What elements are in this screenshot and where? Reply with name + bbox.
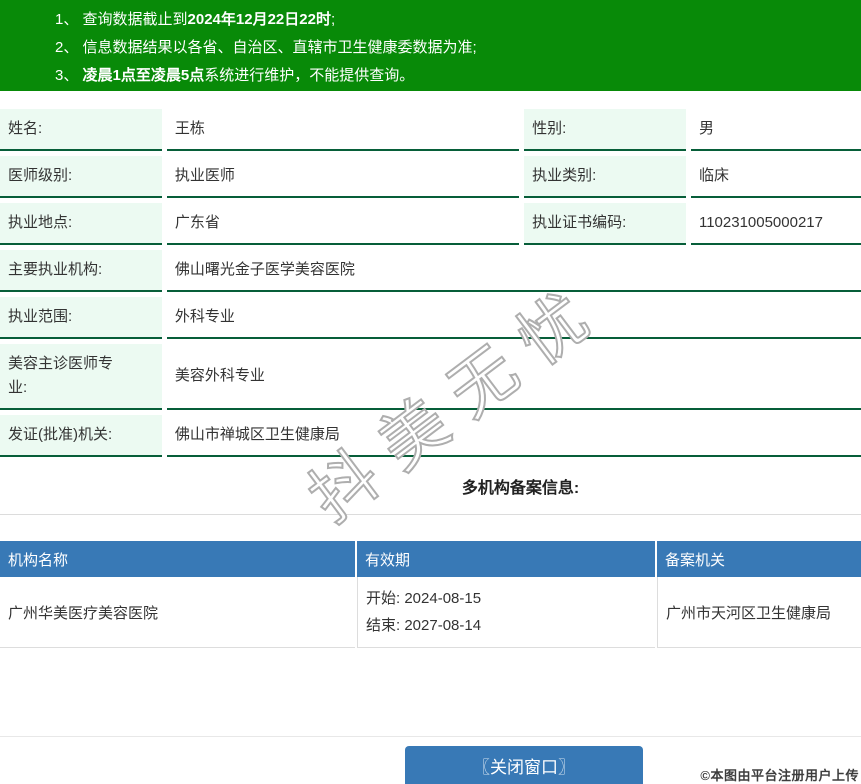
cell-filing-authority: 广州市天河区卫生健康局 <box>657 577 861 648</box>
notice-line-3: 3、 凌晨1点至凌晨5点系统进行维护，不能提供查询。 <box>55 62 861 90</box>
field-label-practice-location: 执业地点: <box>0 203 162 245</box>
table-row: 执业范围: 外科专业 <box>0 297 861 339</box>
notice-number: 2、 <box>55 39 79 56</box>
notice-line-1: 1、 查询数据截止到2024年12月22日22时; <box>55 6 861 34</box>
query-result-page: 1、 查询数据截止到2024年12月22日22时; 2、 信息数据结果以各省、自… <box>0 0 861 784</box>
cell-institution-name: 广州华美医疗美容医院 <box>0 577 355 648</box>
field-value-name: 王栋 <box>166 109 520 151</box>
notice-line-2: 2、 信息数据结果以各省、自治区、直辖市卫生健康委数据为准; <box>55 34 861 62</box>
validity-start: 开始: 2024-08-15 <box>366 590 482 607</box>
field-label-main-institution: 主要执业机构: <box>0 250 162 292</box>
notice-text: 查询数据截止到 <box>82 11 188 28</box>
practitioner-info-table: 姓名: 王栋 性别: 男 医师级别: 执业医师 执业类别: 临床 执业地点: 广… <box>0 104 861 462</box>
field-value-main-institution: 佛山曙光金子医学美容医院 <box>166 250 861 292</box>
table-row: 姓名: 王栋 性别: 男 <box>0 109 861 151</box>
field-label-cosmetic-specialty: 美容主诊医师专业: <box>0 344 162 410</box>
multi-institution-filing-table: 机构名称 有效期 备案机关 广州华美医疗美容医院 开始: 2024-08-15 … <box>0 541 861 648</box>
column-header-institution-name: 机构名称 <box>0 541 355 577</box>
close-window-button[interactable]: 〖关闭窗口〗 <box>405 746 643 784</box>
field-label-practice-scope: 执业范围: <box>0 297 162 339</box>
field-label-issuing-authority: 发证(批准)机关: <box>0 415 162 457</box>
notice-text-bold: 2024年12月22日22时 <box>187 11 331 28</box>
table-row: 医师级别: 执业医师 执业类别: 临床 <box>0 156 861 198</box>
field-value-gender: 男 <box>690 109 861 151</box>
field-value-practice-location: 广东省 <box>166 203 520 245</box>
footer-divider <box>0 736 861 737</box>
copyright-watermark: ©本图由平台注册用户上传 <box>700 768 859 783</box>
field-value-certificate-number: 110231005000217 <box>690 203 861 245</box>
field-label-certificate-number: 执业证书编码: <box>524 203 686 245</box>
multi-institution-section-title: 多机构备案信息: <box>461 480 580 497</box>
table-header-row: 机构名称 有效期 备案机关 <box>0 541 861 577</box>
table-row: 执业地点: 广东省 执业证书编码: 110231005000217 <box>0 203 861 245</box>
cell-validity-period: 开始: 2024-08-15 结束: 2027-08-14 <box>357 577 655 648</box>
notice-number: 3、 <box>55 67 79 84</box>
table-row: 主要执业机构: 佛山曙光金子医学美容医院 <box>0 250 861 292</box>
field-label-doctor-level: 医师级别: <box>0 156 162 198</box>
notice-text: 系统进行维护，不能提供查询。 <box>204 67 415 84</box>
notice-text: ; <box>330 11 336 28</box>
field-value-cosmetic-specialty: 美容外科专业 <box>166 344 861 410</box>
notice-number: 1、 <box>55 11 79 28</box>
validity-end: 结束: 2027-08-14 <box>366 617 482 634</box>
table-row: 美容主诊医师专业: 美容外科专业 <box>0 344 861 410</box>
column-header-filing-authority: 备案机关 <box>657 541 861 577</box>
notice-banner: 1、 查询数据截止到2024年12月22日22时; 2、 信息数据结果以各省、自… <box>0 0 861 91</box>
section-divider <box>0 514 861 515</box>
notice-text: 信息数据结果以各省、自治区、直辖市卫生健康委数据为准; <box>82 39 477 56</box>
field-value-practice-category: 临床 <box>690 156 861 198</box>
column-header-validity-period: 有效期 <box>357 541 655 577</box>
table-row: 广州华美医疗美容医院 开始: 2024-08-15 结束: 2027-08-14… <box>0 577 861 648</box>
field-value-doctor-level: 执业医师 <box>166 156 520 198</box>
field-label-name: 姓名: <box>0 109 162 151</box>
field-label-gender: 性别: <box>524 109 686 151</box>
field-value-issuing-authority: 佛山市禅城区卫生健康局 <box>166 415 861 457</box>
notice-text-bold: 凌晨1点至凌晨5点 <box>82 67 205 84</box>
field-label-practice-category: 执业类别: <box>524 156 686 198</box>
field-value-practice-scope: 外科专业 <box>166 297 861 339</box>
table-row: 发证(批准)机关: 佛山市禅城区卫生健康局 <box>0 415 861 457</box>
